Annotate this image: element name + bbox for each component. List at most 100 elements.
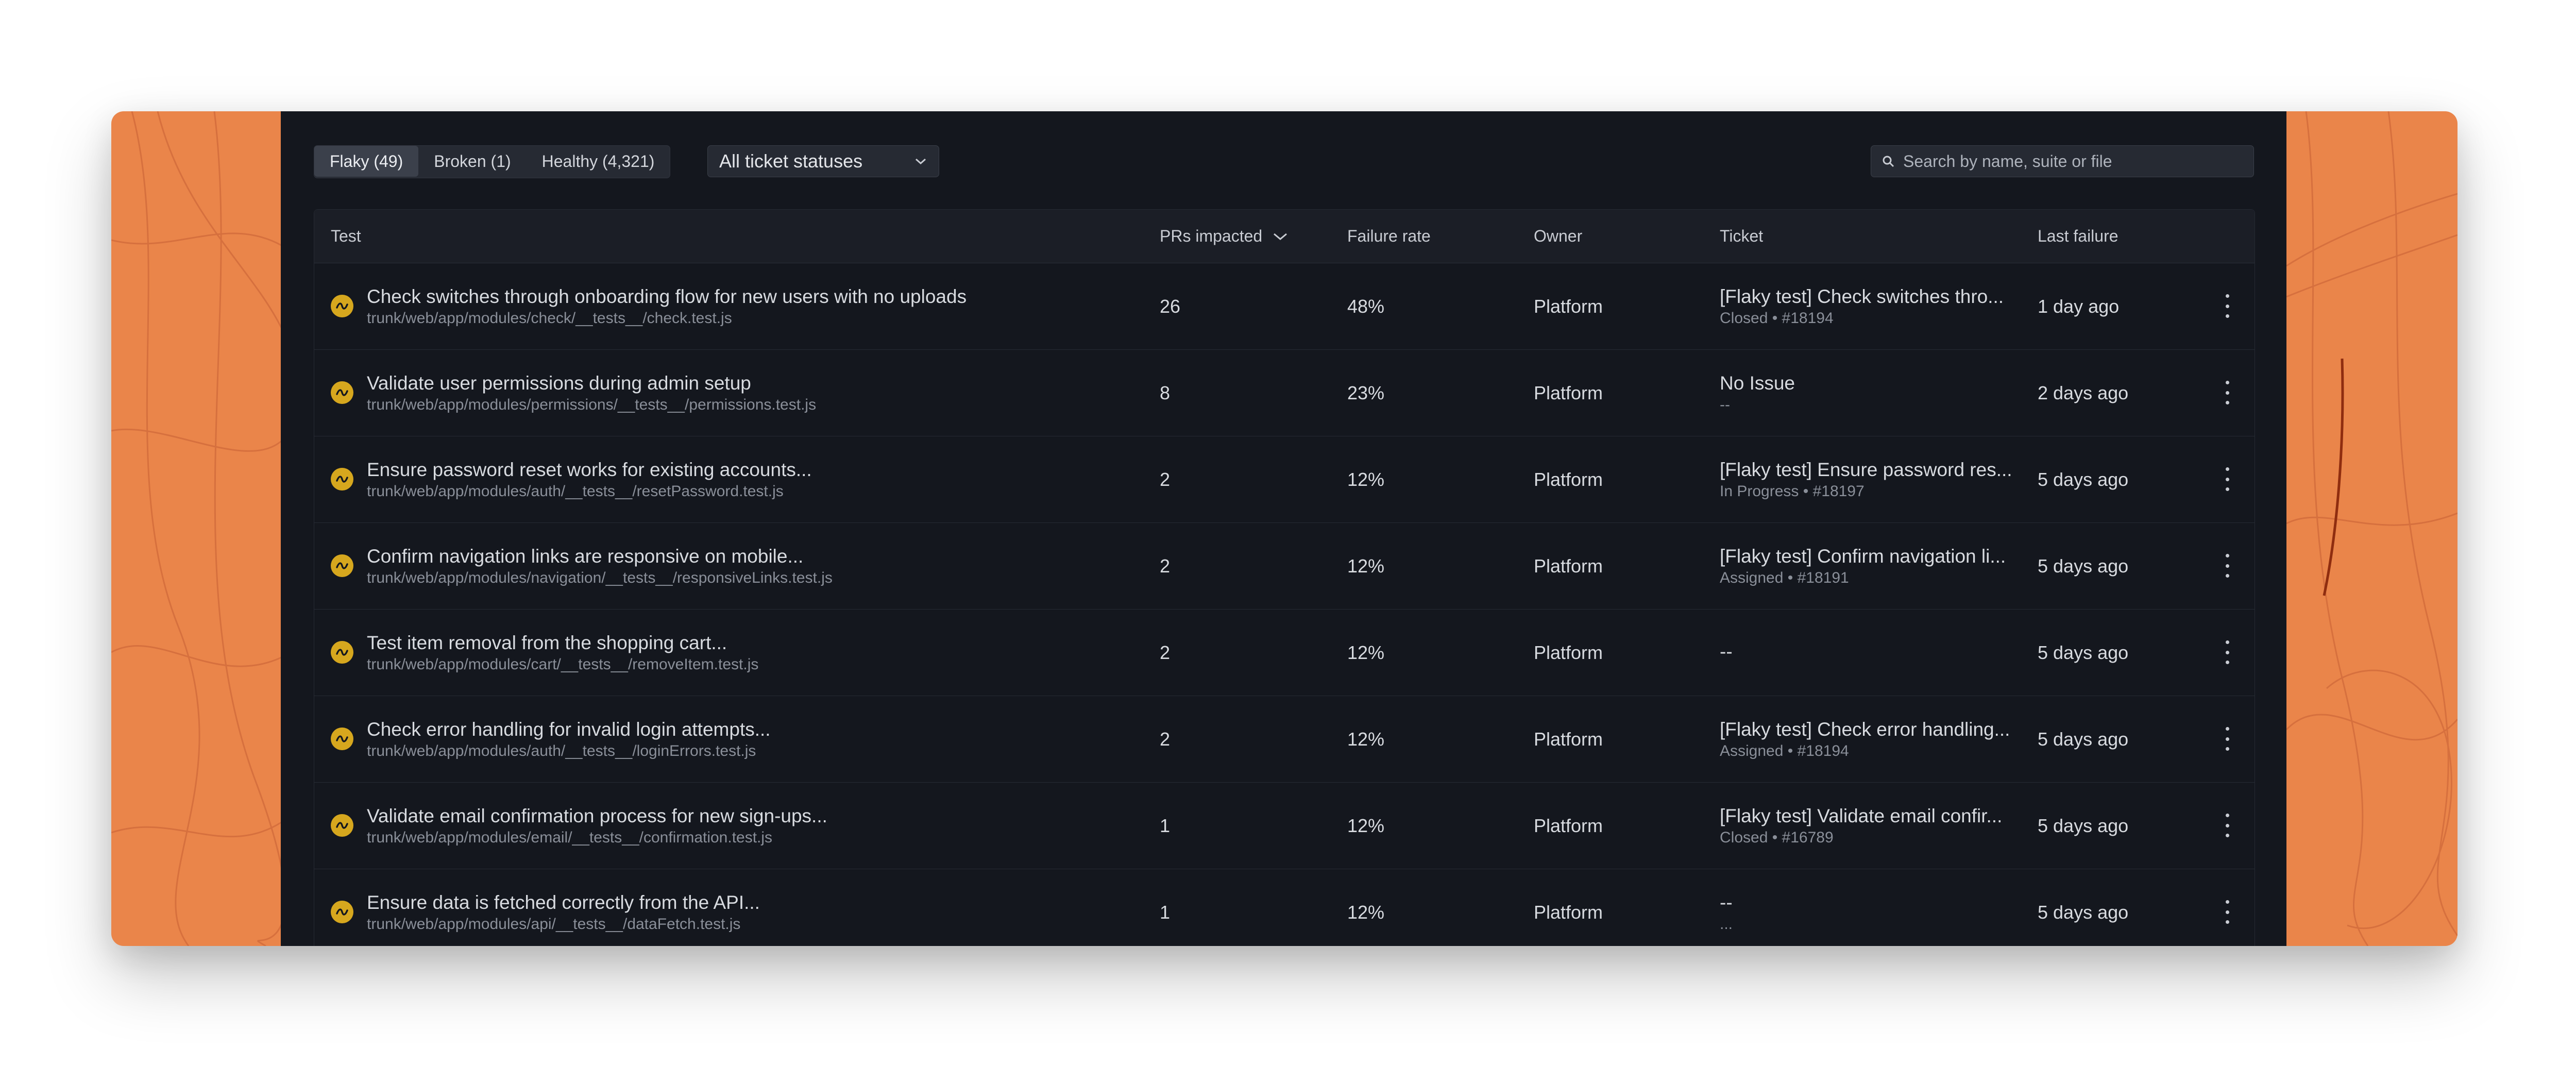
flaky-status-icon (331, 468, 353, 491)
ticket-link[interactable]: [Flaky test] Confirm navigation li... (1720, 546, 2029, 567)
test-file-path: trunk/web/app/modules/auth/__tests__/res… (367, 482, 784, 500)
test-file-path: trunk/web/app/modules/check/__tests__/ch… (367, 309, 732, 327)
ticket-link[interactable]: [Flaky test] Ensure password res... (1720, 459, 2029, 481)
test-name[interactable]: Validate user permissions during admin s… (367, 373, 1140, 394)
row-more-menu-icon[interactable] (2219, 640, 2235, 664)
failure-rate-value: 12% (1347, 641, 1385, 663)
table-row[interactable]: Ensure data is fetched correctly from th… (314, 869, 2255, 946)
owner-value: Platform (1534, 901, 1603, 923)
test-file-path: trunk/web/app/modules/email/__tests__/co… (367, 829, 773, 846)
failure-rate-value: 12% (1347, 815, 1385, 836)
status-tabs: Flaky (49) Broken (1) Healthy (4,321) (314, 145, 671, 178)
last-failure-value: 5 days ago (2038, 815, 2129, 836)
owner-value: Platform (1534, 641, 1603, 663)
ticket-meta: Assigned • #18191 (1720, 569, 1849, 586)
failure-rate-value: 12% (1347, 468, 1385, 490)
tests-table: Test PRs impacted Failure rate Owner Tic… (314, 209, 2255, 946)
ticket-link[interactable]: -- (1720, 641, 2029, 663)
col-prs-impacted[interactable]: PRs impacted (1160, 210, 1289, 263)
owner-value: Platform (1534, 295, 1603, 317)
flaky-status-icon (331, 814, 353, 837)
test-name[interactable]: Confirm navigation links are responsive … (367, 546, 1140, 567)
ticket-link[interactable]: [Flaky test] Check switches thro... (1720, 286, 2029, 308)
tab-flaky[interactable]: Flaky (49) (314, 146, 419, 177)
ticket-meta: ... (1720, 915, 1733, 933)
test-name[interactable]: Check switches through onboarding flow f… (367, 286, 1140, 308)
prs-impacted-value: 1 (1160, 901, 1171, 923)
table-row[interactable]: Check error handling for invalid login a… (314, 696, 2255, 783)
table-row[interactable]: Validate email confirmation process for … (314, 783, 2255, 869)
test-name[interactable]: Test item removal from the shopping cart… (367, 632, 1140, 654)
ticket-meta: In Progress • #18197 (1720, 482, 1865, 500)
row-more-menu-icon[interactable] (2219, 294, 2235, 318)
col-ticket[interactable]: Ticket (1720, 210, 1763, 263)
ticket-meta: -- (1720, 396, 1730, 413)
app-window: Flaky (49) Broken (1) Healthy (4,321) Al… (111, 111, 2458, 946)
table-row[interactable]: Test item removal from the shopping cart… (314, 610, 2255, 696)
row-more-menu-icon[interactable] (2219, 554, 2235, 578)
owner-value: Platform (1534, 815, 1603, 836)
failure-rate-value: 12% (1347, 555, 1385, 577)
prs-impacted-value: 2 (1160, 555, 1171, 577)
table-body: Check switches through onboarding flow f… (314, 263, 2255, 946)
col-prs-impacted-label: PRs impacted (1160, 227, 1263, 245)
test-file-path: trunk/web/app/modules/cart/__tests__/rem… (367, 655, 759, 673)
flaky-status-icon (331, 554, 353, 577)
ticket-meta: Assigned • #18194 (1720, 742, 1849, 759)
test-file-path: trunk/web/app/modules/auth/__tests__/log… (367, 742, 756, 759)
row-more-menu-icon[interactable] (2219, 467, 2235, 491)
ticket-status-dropdown[interactable]: All ticket statuses (707, 145, 939, 177)
test-file-path: trunk/web/app/modules/api/__tests__/data… (367, 915, 741, 933)
row-more-menu-icon[interactable] (2219, 381, 2235, 404)
table-row[interactable]: Ensure password reset works for existing… (314, 436, 2255, 523)
last-failure-value: 5 days ago (2038, 901, 2129, 923)
tab-healthy[interactable]: Healthy (4,321) (527, 146, 670, 177)
ticket-link[interactable]: [Flaky test] Validate email confir... (1720, 805, 2029, 827)
col-owner[interactable]: Owner (1534, 210, 1582, 263)
col-last-failure[interactable]: Last failure (2038, 210, 2119, 263)
owner-value: Platform (1534, 555, 1603, 577)
failure-rate-value: 48% (1347, 295, 1385, 317)
owner-value: Platform (1534, 382, 1603, 403)
failure-rate-value: 23% (1347, 382, 1385, 403)
failure-rate-value: 12% (1347, 901, 1385, 923)
table-row[interactable]: Check switches through onboarding flow f… (314, 263, 2255, 350)
owner-value: Platform (1534, 728, 1603, 750)
prs-impacted-value: 2 (1160, 641, 1171, 663)
ticket-link[interactable]: -- (1720, 892, 2029, 914)
last-failure-value: 5 days ago (2038, 468, 2129, 490)
search-box[interactable] (1871, 145, 2254, 177)
prs-impacted-value: 2 (1160, 728, 1171, 750)
table-row[interactable]: Confirm navigation links are responsive … (314, 523, 2255, 610)
flaky-status-icon (331, 381, 353, 404)
flaky-status-icon (331, 295, 353, 317)
test-name[interactable]: Ensure password reset works for existing… (367, 459, 1140, 481)
test-name[interactable]: Ensure data is fetched correctly from th… (367, 892, 1140, 914)
last-failure-value: 1 day ago (2038, 295, 2120, 317)
row-more-menu-icon[interactable] (2219, 814, 2235, 837)
col-test[interactable]: Test (331, 210, 361, 263)
last-failure-value: 5 days ago (2038, 728, 2129, 750)
prs-impacted-value: 1 (1160, 815, 1171, 836)
table-row[interactable]: Validate user permissions during admin s… (314, 350, 2255, 436)
row-more-menu-icon[interactable] (2219, 727, 2235, 751)
tab-broken[interactable]: Broken (1) (418, 146, 526, 177)
row-more-menu-icon[interactable] (2219, 900, 2235, 924)
test-name[interactable]: Check error handling for invalid login a… (367, 719, 1140, 740)
flaky-status-icon (331, 728, 353, 750)
test-file-path: trunk/web/app/modules/permissions/__test… (367, 396, 817, 413)
failure-rate-value: 12% (1347, 728, 1385, 750)
col-failure-rate[interactable]: Failure rate (1347, 210, 1431, 263)
flaky-status-icon (331, 901, 353, 923)
test-name[interactable]: Validate email confirmation process for … (367, 805, 1140, 827)
last-failure-value: 5 days ago (2038, 555, 2129, 577)
last-failure-value: 2 days ago (2038, 382, 2129, 403)
prs-impacted-value: 2 (1160, 468, 1171, 490)
test-dashboard-panel: Flaky (49) Broken (1) Healthy (4,321) Al… (281, 111, 2286, 946)
chevron-down-icon (916, 158, 926, 165)
ticket-link[interactable]: No Issue (1720, 373, 2029, 394)
test-file-path: trunk/web/app/modules/navigation/__tests… (367, 569, 833, 586)
search-input[interactable] (1902, 151, 2234, 172)
ticket-link[interactable]: [Flaky test] Check error handling... (1720, 719, 2029, 740)
prs-impacted-value: 26 (1160, 295, 1181, 317)
